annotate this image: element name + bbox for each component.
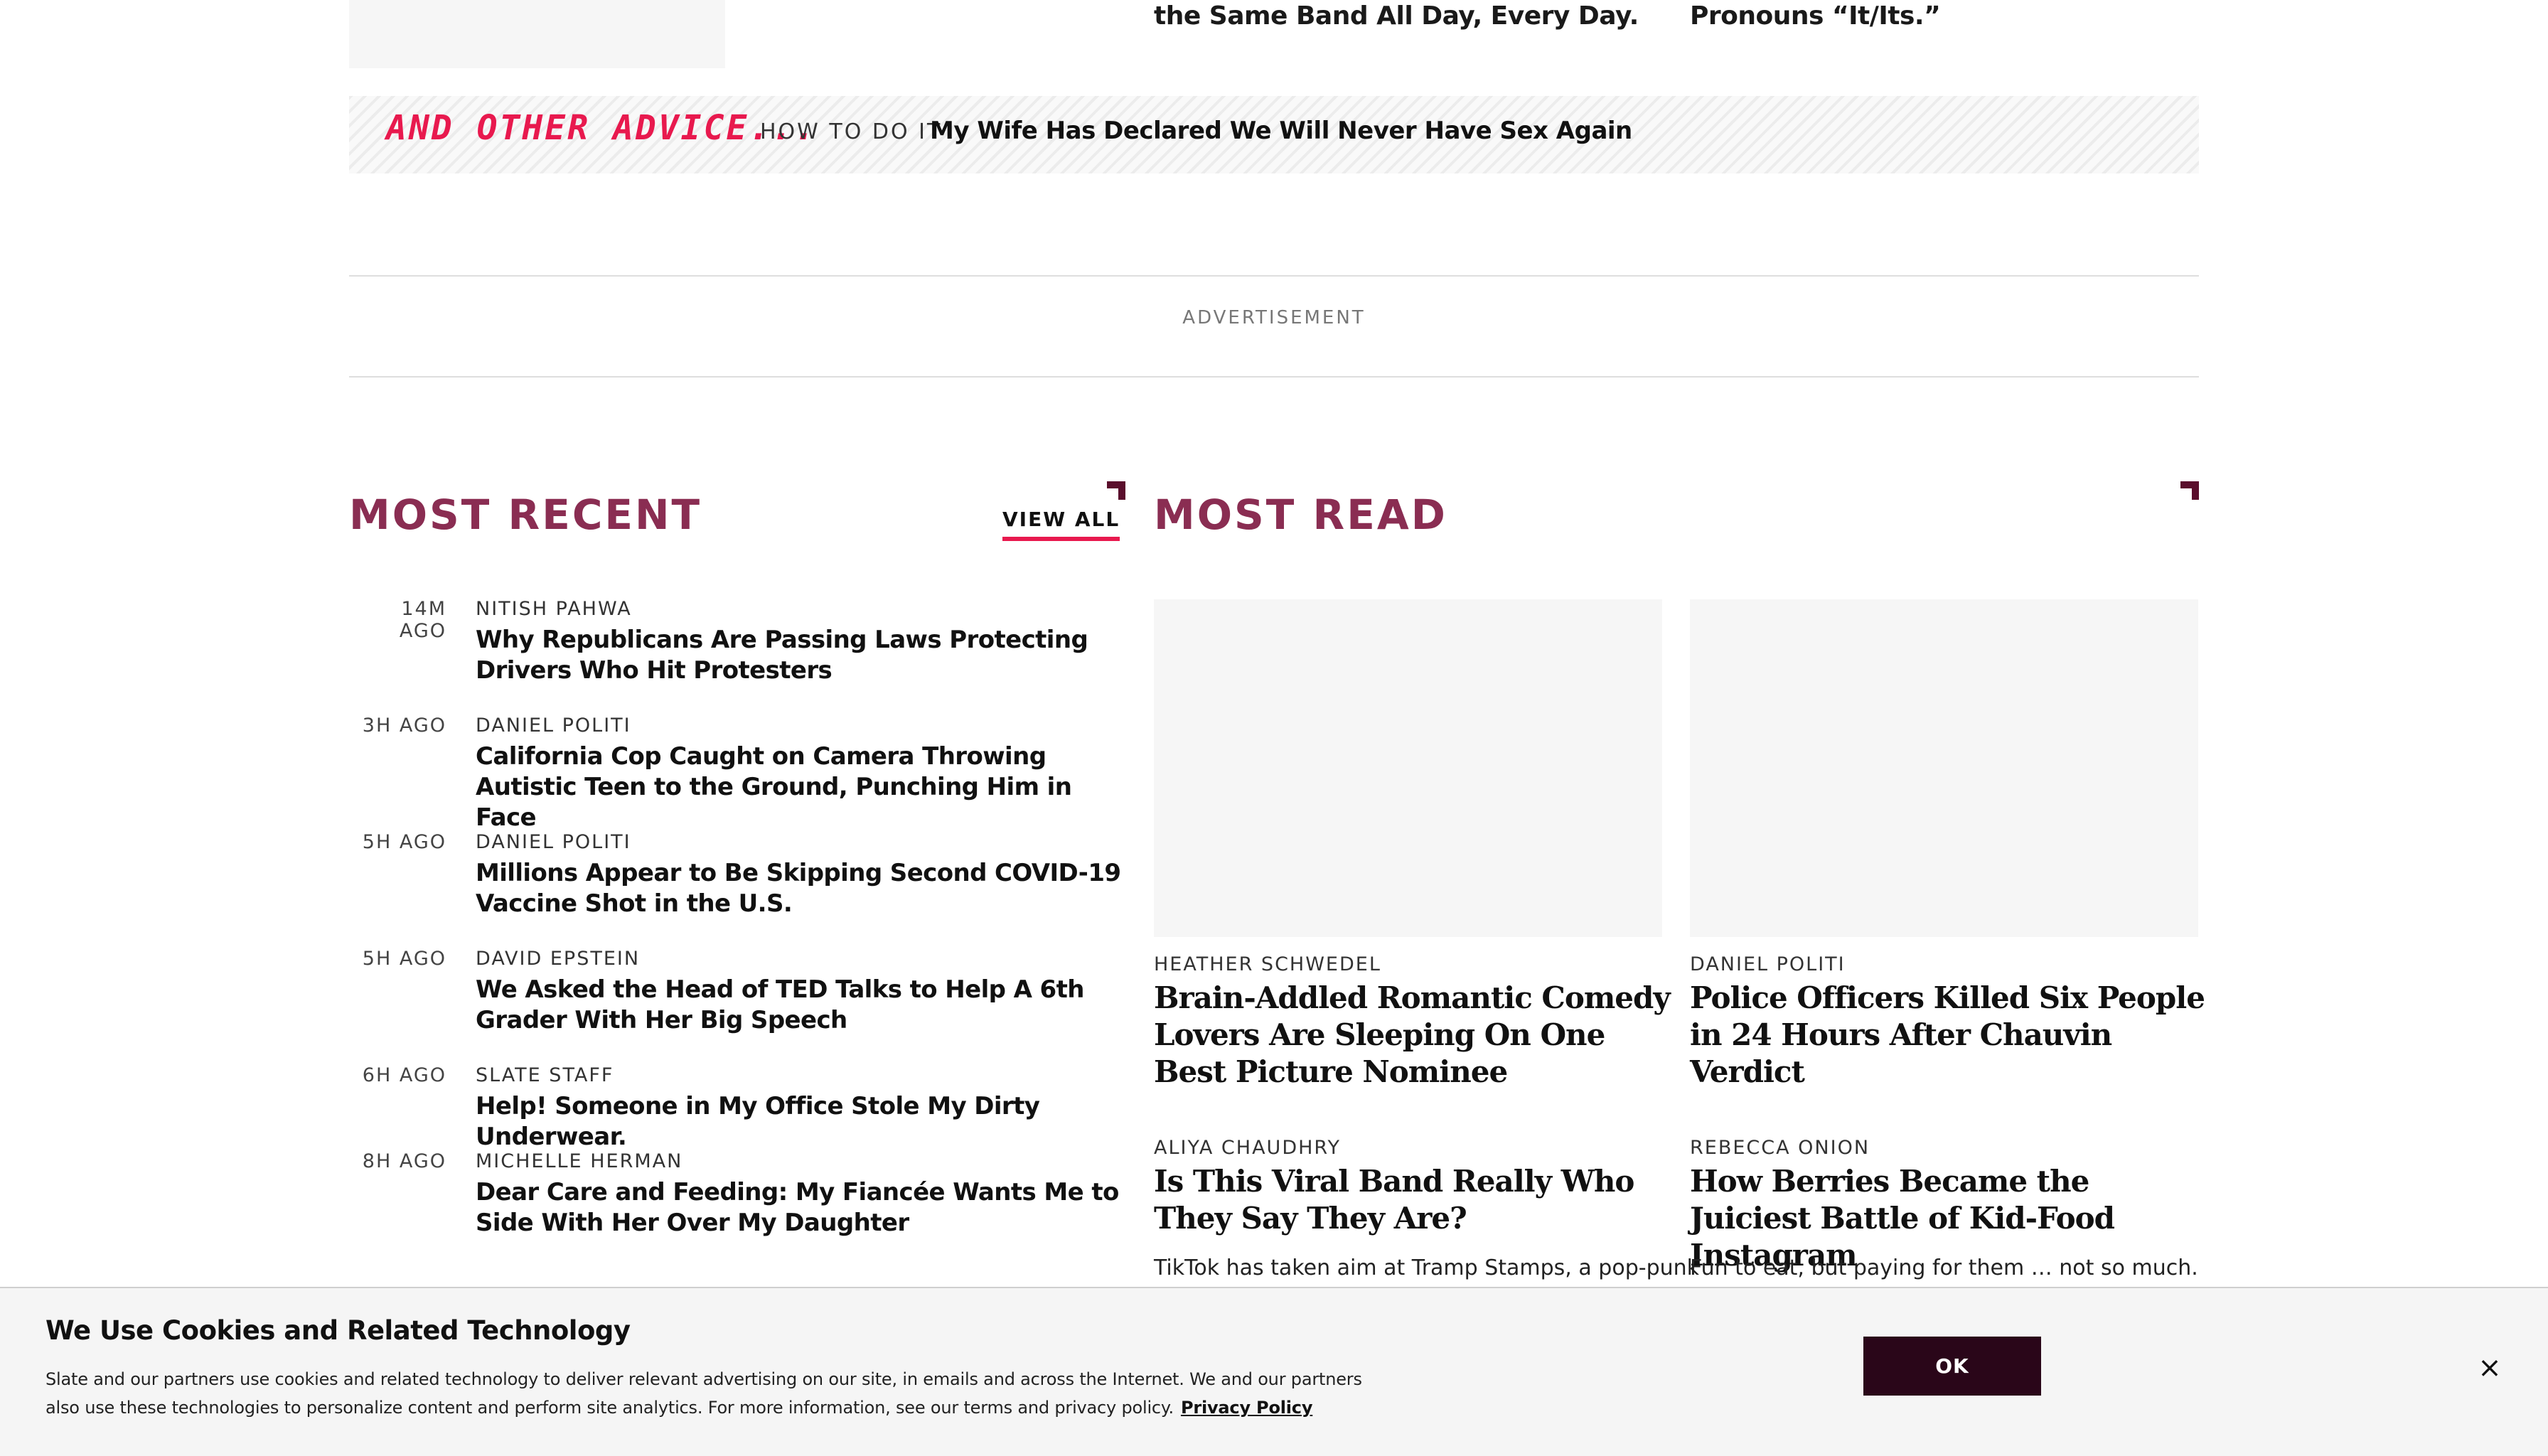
article-dek: Fun to eat, but paying for them … not so…: [1690, 1256, 2198, 1280]
cookie-banner-body: Slate and our partners use cookies and r…: [46, 1369, 1362, 1418]
close-icon[interactable]: ×: [2474, 1352, 2505, 1383]
article-headline[interactable]: Is This Viral Band Really Who They Say T…: [1154, 1163, 1673, 1237]
cookie-ok-button[interactable]: OK: [1863, 1337, 2041, 1396]
article-thumbnail-placeholder[interactable]: [349, 0, 725, 68]
article-thumbnail-placeholder[interactable]: [1154, 599, 1662, 937]
author-byline[interactable]: DAVID EPSTEIN: [476, 948, 640, 970]
timestamp: 8H AGO: [362, 1150, 446, 1172]
ad-divider-bottom: [349, 376, 2199, 378]
article-headline[interactable]: Dear Care and Feeding: My Fiancée Wants …: [476, 1177, 1130, 1238]
cookie-banner-text: Slate and our partners use cookies and r…: [46, 1365, 1396, 1422]
advice-column-kicker[interactable]: HOW TO DO IT: [760, 119, 942, 144]
article-headline[interactable]: Pronouns “It/Its.”: [1690, 0, 1941, 33]
article-headline[interactable]: the Same Band All Day, Every Day.: [1154, 0, 1639, 33]
author-byline[interactable]: DANIEL POLITI: [1690, 953, 1846, 975]
privacy-policy-link[interactable]: Privacy Policy: [1181, 1398, 1313, 1418]
article-headline[interactable]: Brain-Addled Romantic Comedy Lovers Are …: [1154, 980, 1673, 1091]
most-read-title: MOST READ: [1154, 491, 1447, 539]
timestamp: 6H AGO: [362, 1064, 446, 1086]
author-byline[interactable]: DANIEL POLITI: [476, 714, 631, 737]
corner-bracket-icon: [1107, 481, 1125, 500]
timestamp: 5H AGO: [362, 831, 446, 853]
advice-headline-link[interactable]: My Wife Has Declared We Will Never Have …: [930, 117, 1632, 145]
author-byline[interactable]: SLATE STAFF: [476, 1064, 614, 1086]
article-thumbnail-placeholder[interactable]: [1690, 599, 2198, 937]
article-headline[interactable]: Millions Appear to Be Skipping Second CO…: [476, 858, 1130, 919]
advice-banner-title: AND OTHER ADVICE...: [386, 108, 818, 148]
timestamp: 3H AGO: [362, 714, 446, 737]
article-headline[interactable]: We Asked the Head of TED Talks to Help A…: [476, 975, 1130, 1036]
timestamp: 14M AGO: [399, 598, 446, 642]
corner-bracket-icon: [2180, 481, 2199, 500]
timestamp: 5H AGO: [362, 948, 446, 970]
author-byline[interactable]: DANIEL POLITI: [476, 831, 631, 853]
author-byline[interactable]: REBECCA ONION: [1690, 1137, 1870, 1159]
article-dek: TikTok has taken aim at Tramp Stamps, a …: [1154, 1256, 1700, 1280]
article-headline[interactable]: Help! Someone in My Office Stole My Dirt…: [476, 1091, 1130, 1152]
author-byline[interactable]: ALIYA CHAUDHRY: [1154, 1137, 1341, 1159]
article-headline[interactable]: Police Officers Killed Six People in 24 …: [1690, 980, 2209, 1091]
cookie-banner-title: We Use Cookies and Related Technology: [46, 1315, 631, 1346]
article-headline[interactable]: Why Republicans Are Passing Laws Protect…: [476, 625, 1130, 686]
article-headline[interactable]: California Cop Caught on Camera Throwing…: [476, 742, 1130, 833]
view-all-link[interactable]: VIEW ALL: [1002, 508, 1120, 541]
ad-divider-top: [349, 275, 2199, 277]
author-byline[interactable]: MICHELLE HERMAN: [476, 1150, 682, 1172]
advertisement-label: ADVERTISEMENT: [1182, 307, 1366, 328]
most-recent-title: MOST RECENT: [349, 491, 702, 539]
author-byline[interactable]: HEATHER SCHWEDEL: [1154, 953, 1381, 975]
author-byline[interactable]: NITISH PAHWA: [476, 598, 632, 620]
